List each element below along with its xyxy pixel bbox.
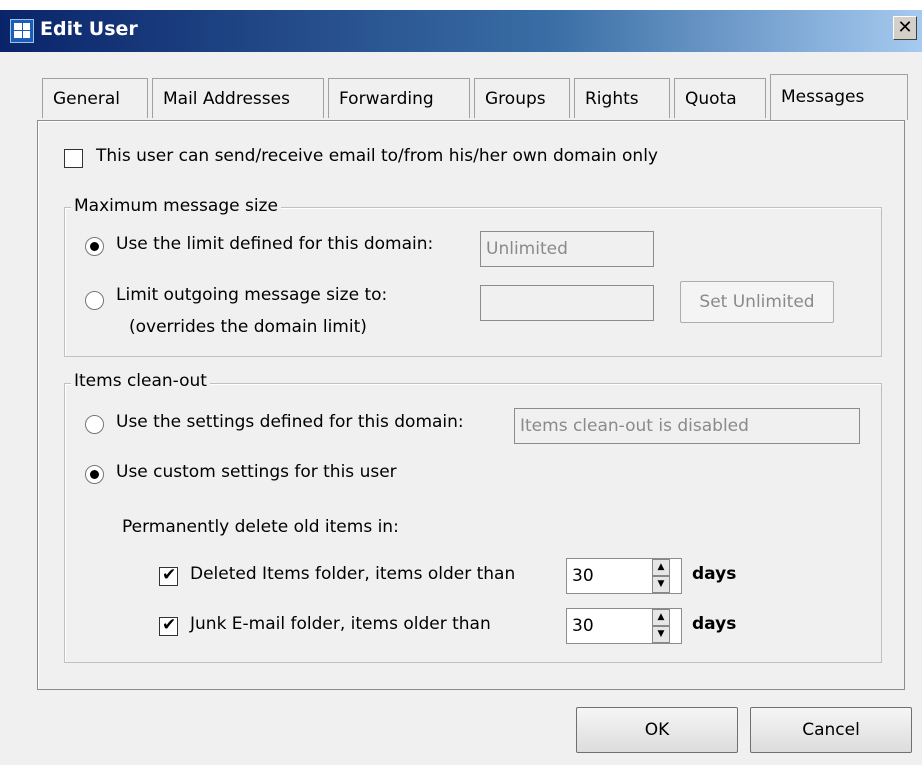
deleted-items-spinner[interactable]: ▲ ▼	[652, 559, 670, 593]
title-bar-background	[0, 10, 922, 52]
outgoing-limit-field[interactable]	[480, 285, 654, 321]
use-domain-settings-radio[interactable]	[85, 415, 104, 434]
spin-up-icon[interactable]: ▲	[652, 609, 670, 626]
spin-down-icon[interactable]: ▼	[652, 626, 670, 643]
use-domain-settings-label: Use the settings defined for this domain…	[116, 412, 464, 432]
check-icon: ✔	[162, 615, 177, 635]
delete-old-items-heading: Permanently delete old items in:	[122, 517, 399, 537]
junk-email-label: Junk E-mail folder, items older than	[190, 614, 491, 634]
ok-button[interactable]: OK	[576, 707, 738, 753]
tab-rights[interactable]: Rights	[574, 78, 670, 118]
check-icon: ✔	[162, 565, 177, 585]
junk-email-unit: days	[692, 614, 737, 634]
domain-cleanout-field: Items clean-out is disabled	[514, 408, 860, 444]
items-cleanout-legend: Items clean-out	[71, 371, 210, 391]
use-custom-settings-radio[interactable]	[85, 465, 104, 484]
domain-limit-field: Unlimited	[480, 231, 654, 267]
own-domain-only-checkbox[interactable]	[64, 149, 83, 168]
use-custom-settings-label: Use custom settings for this user	[116, 462, 397, 482]
use-domain-limit-radio[interactable]	[85, 237, 104, 256]
junk-email-spinner[interactable]: ▲ ▼	[652, 609, 670, 643]
use-domain-limit-label: Use the limit defined for this domain:	[116, 234, 434, 254]
edit-user-dialog: Edit User ✕ General Mail Addresses Forwa…	[0, 0, 922, 765]
spin-up-icon[interactable]: ▲	[652, 559, 670, 576]
set-unlimited-button[interactable]: Set Unlimited	[680, 281, 834, 323]
tab-quota[interactable]: Quota	[674, 78, 766, 118]
cancel-button[interactable]: Cancel	[750, 707, 912, 753]
deleted-items-unit: days	[692, 564, 737, 584]
deleted-items-label: Deleted Items folder, items older than	[190, 564, 516, 584]
app-icon	[10, 19, 34, 43]
limit-outgoing-radio[interactable]	[85, 291, 104, 310]
window-title: Edit User	[40, 18, 138, 40]
tab-general[interactable]: General	[42, 78, 148, 118]
messages-tab-panel: This user can send/receive email to/from…	[37, 120, 905, 690]
spin-down-icon[interactable]: ▼	[652, 576, 670, 593]
tab-forwarding[interactable]: Forwarding	[328, 78, 470, 118]
junk-email-checkbox[interactable]: ✔	[159, 615, 178, 636]
tab-messages[interactable]: Messages	[770, 74, 908, 120]
own-domain-only-label: This user can send/receive email to/from…	[96, 146, 658, 166]
deleted-items-checkbox[interactable]: ✔	[159, 565, 178, 586]
title-bar: Edit User ✕	[0, 0, 922, 52]
tab-groups[interactable]: Groups	[474, 78, 570, 118]
max-message-size-legend: Maximum message size	[71, 196, 281, 216]
tab-mail-addresses[interactable]: Mail Addresses	[152, 78, 324, 118]
limit-outgoing-note: (overrides the domain limit)	[129, 317, 367, 337]
limit-outgoing-label: Limit outgoing message size to:	[116, 285, 388, 305]
close-icon[interactable]: ✕	[893, 16, 917, 40]
